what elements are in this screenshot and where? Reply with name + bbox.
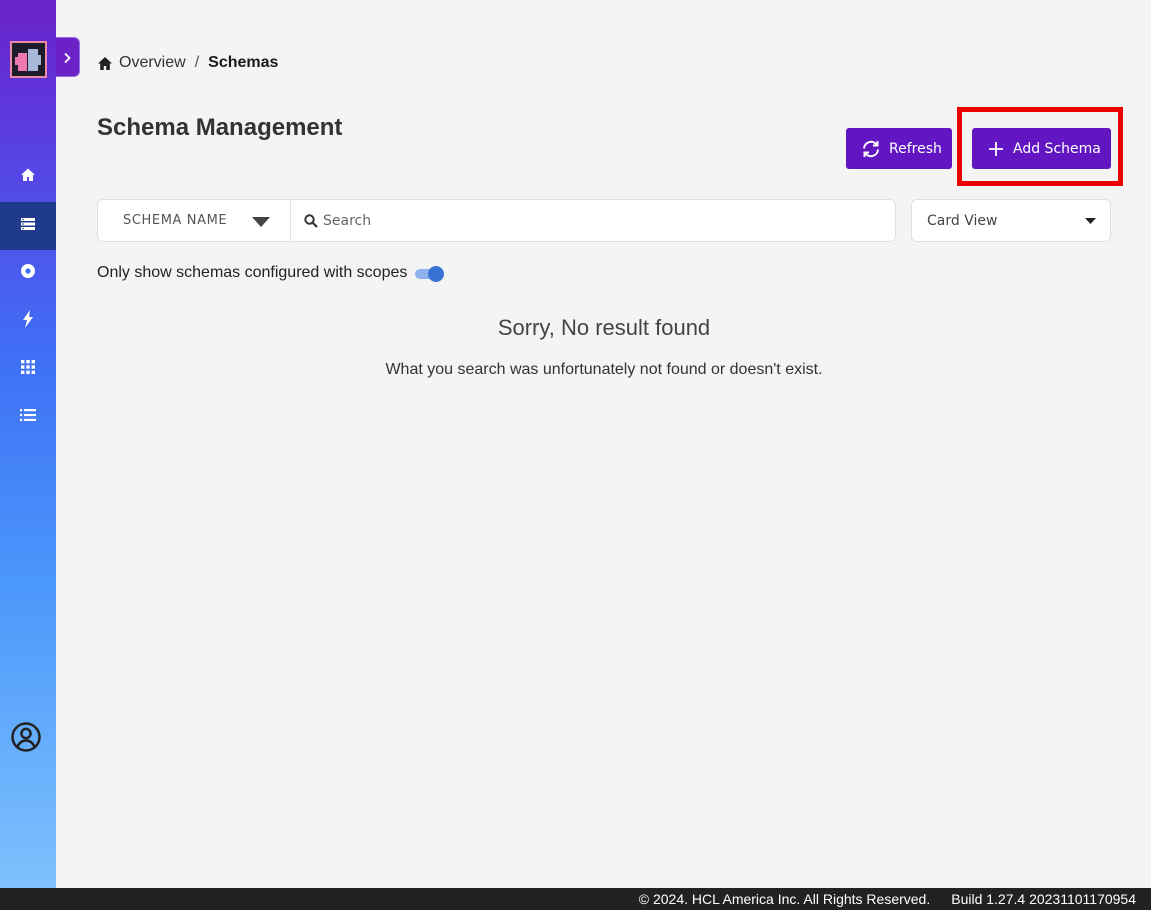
filter-bar: SCHEMA NAME bbox=[97, 199, 896, 242]
scope-filter-row: Only show schemas configured with scopes bbox=[97, 263, 445, 283]
empty-state-title: Sorry, No result found bbox=[497, 315, 711, 340]
search-field-label: SCHEMA NAME bbox=[123, 213, 228, 228]
home-icon bbox=[97, 56, 113, 71]
highlight-box bbox=[957, 107, 1123, 186]
page-title: Schema Management bbox=[97, 114, 343, 141]
breadcrumb: Overview / Schemas bbox=[97, 53, 278, 73]
disc-icon bbox=[20, 263, 36, 284]
home-icon bbox=[20, 167, 36, 188]
search-field-select[interactable]: SCHEMA NAME bbox=[98, 200, 291, 241]
app-logo[interactable] bbox=[10, 41, 47, 78]
breadcrumb-overview-link[interactable]: Overview bbox=[119, 54, 186, 72]
view-mode-select[interactable]: Card View bbox=[911, 199, 1111, 242]
footer: © 2024. HCL America Inc. All Rights Rese… bbox=[0, 888, 1151, 910]
scope-toggle-label: Only show schemas configured with scopes bbox=[97, 264, 408, 281]
sidebar-item-schemas[interactable] bbox=[0, 202, 56, 250]
search-box bbox=[291, 200, 895, 241]
sidebar-item-disc[interactable] bbox=[0, 249, 56, 297]
caret-down-icon bbox=[252, 217, 270, 227]
sidebar-expand-button[interactable] bbox=[56, 37, 80, 77]
schema-list-icon bbox=[20, 216, 36, 237]
search-input[interactable] bbox=[323, 212, 863, 229]
refresh-button[interactable]: Refresh bbox=[846, 128, 952, 169]
sidebar-item-list[interactable] bbox=[0, 393, 56, 441]
caret-down-icon bbox=[1085, 218, 1096, 224]
footer-copyright: © 2024. HCL America Inc. All Rights Rese… bbox=[638, 891, 931, 907]
breadcrumb-separator: / bbox=[194, 54, 200, 71]
user-circle-icon[interactable] bbox=[10, 721, 42, 753]
footer-build: Build 1.27.4 20231101170954 bbox=[951, 891, 1136, 907]
scope-toggle-switch[interactable] bbox=[415, 263, 445, 283]
sidebar bbox=[0, 0, 56, 888]
refresh-button-label: Refresh bbox=[889, 140, 942, 157]
search-icon bbox=[304, 213, 318, 228]
empty-state-description: What you search was unfortunately not fo… bbox=[385, 361, 823, 378]
breadcrumb-current: Schemas bbox=[208, 54, 279, 71]
list-icon bbox=[20, 408, 36, 427]
sidebar-item-home[interactable] bbox=[0, 153, 56, 201]
refresh-icon bbox=[863, 140, 879, 157]
view-mode-label: Card View bbox=[927, 212, 998, 229]
toggle-knob bbox=[428, 266, 445, 282]
chevron-right-icon bbox=[64, 52, 71, 64]
